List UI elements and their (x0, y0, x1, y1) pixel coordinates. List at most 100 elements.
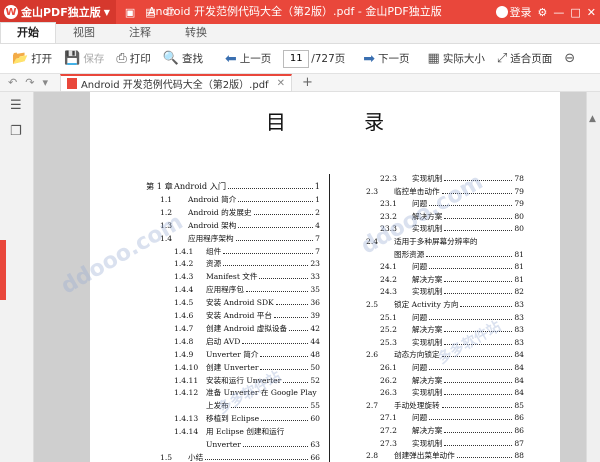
toc-entry[interactable]: 1.4.13 移植到 Eclipse 60 (174, 414, 320, 424)
toc-entry[interactable]: 上发布 55 (174, 401, 320, 411)
scroll-up-icon[interactable]: ▲ (589, 114, 596, 124)
vertical-scrollbar[interactable]: ▲ (586, 92, 600, 462)
toc-leader-dots (260, 355, 309, 357)
toc-entry[interactable]: 1.4.10 创建 Unverter 50 (174, 363, 320, 373)
toc-entry[interactable]: 1.4.12 准备 Unverter 在 Google Play (174, 388, 320, 398)
toc-entry[interactable]: 27.1 问题 86 (380, 413, 524, 423)
settings-icon[interactable]: ⚙ (538, 6, 548, 19)
toc-entry[interactable]: 2.7 手动处理旋转 85 (366, 401, 524, 411)
toc-entry[interactable]: 27.3 实现机制 87 (380, 439, 524, 449)
minimize-button[interactable]: — (553, 6, 564, 19)
toc-entry[interactable]: 25.2 解决方案 83 (380, 325, 524, 335)
toc-entry[interactable]: 25.3 实现机制 83 (380, 338, 524, 348)
tab-convert[interactable]: 转换 (168, 23, 224, 43)
zoom-out-button[interactable]: ⊖ (564, 51, 578, 66)
quick-save-icon[interactable]: ▣ (125, 6, 135, 19)
toc-entry[interactable]: 1.4.3 Manifest 文件 33 (174, 272, 320, 282)
toc-entry[interactable]: 1.4.7 创建 Android 虚拟设备 42 (174, 324, 320, 334)
toc-entry[interactable]: 1.3 Android 架构 4 (160, 221, 320, 231)
toc-entry-page: 84 (514, 363, 524, 372)
toc-leader-dots (444, 230, 513, 232)
toc-entry-number: 25.1 (380, 312, 397, 322)
toc-entry[interactable]: 第 1 章 Android 入门 1 (146, 182, 320, 192)
toc-entry[interactable]: 2.5 锁定 Activity 方向 83 (366, 300, 524, 310)
toc-entry[interactable]: 1.4.9 Unverter 简介 48 (174, 350, 320, 360)
toc-entry-number: 27.3 (380, 438, 397, 448)
toc-entry[interactable]: 1.1 Android 简介 1 (160, 195, 320, 205)
toc-title: 目 录 (265, 110, 421, 134)
toc-entry-page: 39 (310, 311, 320, 320)
fit-page-button[interactable]: ⤢ 适合页面 (497, 51, 552, 66)
toc-leader-dots (444, 394, 513, 396)
toc-entry[interactable]: 1.4.8 启动 AVD 44 (174, 337, 320, 347)
toc-leader-dots (205, 458, 309, 460)
dropdown-icon[interactable]: ▾ (42, 76, 48, 89)
toc-entry[interactable]: 2.8 创建弹出菜单动作 88 (366, 451, 524, 461)
toc-entry-number: 24.1 (380, 262, 397, 272)
toc-entry[interactable]: 1.2 Android 的发展史 2 (160, 208, 320, 218)
column-divider (329, 174, 330, 462)
toc-entry[interactable]: 26.1 问题 84 (380, 363, 524, 373)
toc-entry[interactable]: 24.2 解决方案 81 (380, 275, 524, 285)
toc-entry[interactable]: 1.4.1 组件 7 (174, 247, 320, 257)
toc-entry[interactable]: 26.2 解决方案 84 (380, 376, 524, 386)
toc-entry[interactable]: 1.4.5 安装 Android SDK 36 (174, 298, 320, 308)
toc-entry[interactable]: 24.3 实现机制 82 (380, 287, 524, 297)
toc-entry[interactable]: 1.4.4 应用程序包 35 (174, 285, 320, 295)
toc-entry[interactable]: 1.4.2 资源 23 (174, 259, 320, 269)
close-window-button[interactable]: ✕ (587, 6, 596, 19)
tab-annotate[interactable]: 注释 (112, 23, 168, 43)
toc-entry[interactable]: 1.5 小结 66 (160, 453, 320, 462)
toc-entry[interactable]: 图形资源 81 (366, 250, 524, 260)
print-label: 打印 (129, 53, 151, 65)
new-tab-button[interactable]: + (302, 75, 313, 90)
toc-entry-number: 1.4.6 (174, 311, 194, 320)
next-page-button[interactable]: ➡ 下一页 (363, 51, 409, 67)
app-menu-button[interactable]: W 金山PDF独立版 ▼ (0, 0, 116, 24)
toc-entry[interactable]: 1.4.14 用 Eclipse 创建和运行 (174, 427, 320, 437)
toc-entry[interactable]: 26.3 实现机制 84 (380, 388, 524, 398)
toc-leader-dots (444, 444, 513, 446)
undo-icon[interactable]: ↶ (8, 76, 17, 89)
thumbnails-icon[interactable]: ❐ (10, 124, 22, 139)
toc-entry[interactable]: 23.3 实现机制 80 (380, 224, 524, 234)
toc-entry-page: 83 (514, 337, 524, 347)
tab-view[interactable]: 视图 (56, 23, 112, 43)
print-button[interactable]: ⎙ 打印 (116, 51, 150, 66)
toc-entry[interactable]: Unverter 63 (174, 440, 320, 450)
redo-icon[interactable]: ↷ (25, 76, 34, 89)
document-tab[interactable]: Android 开发范例代码大全（第2版）.pdf ✕ (59, 73, 292, 92)
find-button[interactable]: 🔍 查找 (163, 51, 203, 66)
tab-home[interactable]: 开始 (0, 22, 56, 43)
actual-size-button[interactable]: ▦ 实际大小 (428, 51, 485, 66)
toc-entry[interactable]: 1.4.6 安装 Android 平台 39 (174, 311, 320, 321)
outline-list-icon[interactable]: ☰ (10, 98, 22, 113)
toc-entry[interactable]: 23.1 问题 79 (380, 199, 524, 209)
toc-entry-title: 问题 (412, 262, 428, 272)
document-tab-strip: ↶ ↷ ▾ Android 开发范例代码大全（第2版）.pdf ✕ + (0, 73, 600, 92)
prev-page-button[interactable]: ⬅ 上一页 (225, 51, 271, 67)
save-button[interactable]: 💾 保存 (64, 51, 104, 66)
sidebar-collapse-handle[interactable] (0, 240, 6, 300)
toc-entry[interactable]: 22.3 实现机制 78 (380, 174, 524, 184)
toc-entry-number: 23.1 (380, 199, 397, 209)
toc-entry[interactable]: 27.2 解决方案 86 (380, 426, 524, 436)
toc-entry[interactable]: 24.1 问题 81 (380, 262, 524, 272)
toc-entry[interactable]: 23.2 解决方案 80 (380, 212, 524, 222)
toc-leader-dots (456, 457, 513, 459)
toc-entry[interactable]: 25.1 问题 83 (380, 313, 524, 323)
toc-leader-dots (289, 329, 309, 331)
document-viewer[interactable]: 目 录 第 1 章 Android 入门 1 1.1 Android 简介 1 1.2 And… (34, 92, 586, 462)
maximize-button[interactable]: □ (570, 6, 580, 19)
login-button[interactable]: 登录 (495, 4, 532, 20)
pdf-page: 目 录 第 1 章 Android 入门 1 1.1 Android 简介 1 1.2 And… (90, 92, 560, 462)
toc-entry[interactable]: 2.4 适用于多种屏幕分辨率的 (366, 237, 524, 247)
toc-entry-page: 55 (310, 401, 320, 411)
toc-entry[interactable]: 1.4 应用程序架构 7 (160, 234, 320, 244)
open-button[interactable]: 📂 打开 (12, 51, 52, 66)
close-tab-icon[interactable]: ✕ (277, 78, 285, 89)
toc-entry[interactable]: 2.6 动态方向锁定 84 (366, 350, 524, 360)
toc-entry[interactable]: 2.3 临控单击动作 79 (366, 187, 524, 197)
page-number-input[interactable] (283, 49, 310, 68)
toc-entry[interactable]: 1.4.11 安装和运行 Unverter 52 (174, 376, 320, 386)
